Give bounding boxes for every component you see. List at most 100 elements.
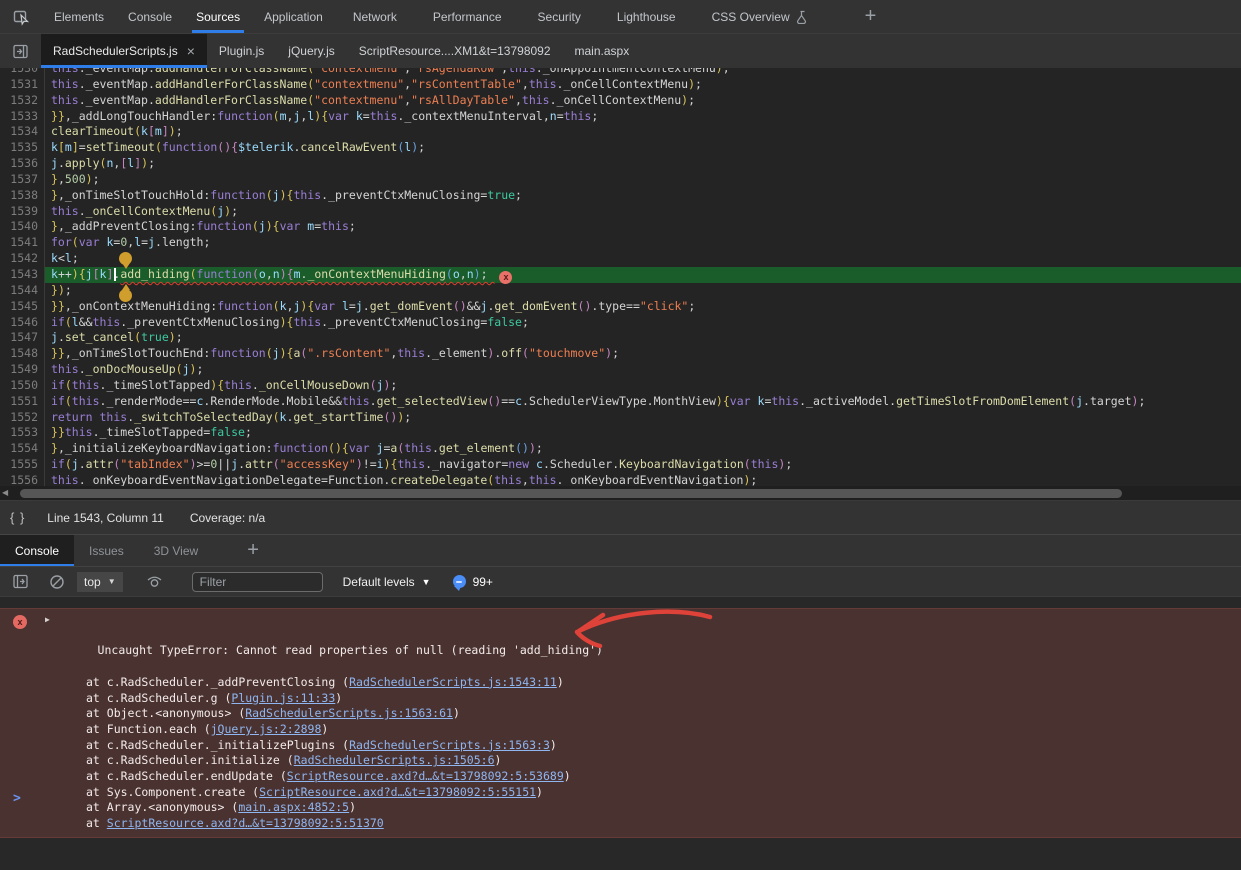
code-line-1540[interactable]: 1540},_addPreventClosing:function(j){var… bbox=[0, 219, 1241, 235]
code-editor[interactable]: 1530this._eventMap.addHandlerForClassNam… bbox=[0, 68, 1241, 486]
show-console-sidebar-button[interactable] bbox=[0, 567, 41, 596]
line-number[interactable]: 1536 bbox=[0, 156, 45, 172]
line-number[interactable]: 1552 bbox=[0, 410, 45, 426]
error-message-line[interactable]: ▶ Uncaught TypeError: Cannot read proper… bbox=[0, 612, 1241, 675]
line-number[interactable]: 1531 bbox=[0, 77, 45, 93]
code-line-1539[interactable]: 1539this._onCellContextMenu(j); bbox=[0, 204, 1241, 220]
tab-lighthouse[interactable]: Lighthouse bbox=[599, 0, 694, 33]
line-number[interactable]: 1541 bbox=[0, 235, 45, 251]
code-line-1556[interactable]: 1556this._onKeyboardEventNavigationDeleg… bbox=[0, 473, 1241, 486]
code-line-1536[interactable]: 1536j.apply(n,[l]); bbox=[0, 156, 1241, 172]
tab-console[interactable]: Console bbox=[116, 0, 184, 33]
selection-handle-bottom[interactable] bbox=[119, 289, 132, 302]
line-number[interactable]: 1547 bbox=[0, 330, 45, 346]
tab-security[interactable]: Security bbox=[520, 0, 599, 33]
tab-sources[interactable]: Sources bbox=[184, 0, 252, 33]
code-line-1554[interactable]: 1554},_initializeKeyboardNavigation:func… bbox=[0, 441, 1241, 457]
stack-frame-link[interactable]: ScriptResource.axd?d…&t=13798092:5:53689 bbox=[287, 769, 564, 783]
line-number[interactable]: 1554 bbox=[0, 441, 45, 457]
stack-frame-link[interactable]: RadSchedulerScripts.js:1505:6 bbox=[294, 753, 495, 767]
javascript-context-selector[interactable]: top ▼ bbox=[77, 572, 123, 592]
code-line-1534[interactable]: 1534clearTimeout(k[m]); bbox=[0, 124, 1241, 140]
line-number[interactable]: 1543 bbox=[0, 267, 45, 283]
stack-frame-link[interactable]: ScriptResource.axd?d…&t=13798092:5:55151 bbox=[259, 785, 536, 799]
line-number[interactable]: 1530 bbox=[0, 68, 45, 77]
line-number[interactable]: 1535 bbox=[0, 140, 45, 156]
line-number[interactable]: 1544 bbox=[0, 283, 45, 299]
line-number[interactable]: 1532 bbox=[0, 93, 45, 109]
tab-performance[interactable]: Performance bbox=[415, 0, 520, 33]
tab-elements[interactable]: Elements bbox=[42, 0, 116, 33]
stack-frame-link[interactable]: Plugin.js:11:33 bbox=[231, 691, 335, 705]
code-line-1550[interactable]: 1550if(this._timeSlotTapped){this._onCel… bbox=[0, 378, 1241, 394]
code-line-1548[interactable]: 1548}},_onTimeSlotTouchEnd:function(j){a… bbox=[0, 346, 1241, 362]
tab-css-overview[interactable]: CSS Overview bbox=[694, 0, 827, 33]
line-number[interactable]: 1542 bbox=[0, 251, 45, 267]
code-line-1547[interactable]: 1547j.set_cancel(true); bbox=[0, 330, 1241, 346]
line-number[interactable]: 1537 bbox=[0, 172, 45, 188]
issues-counter-button[interactable]: 99+ bbox=[453, 575, 493, 589]
code-line-1552[interactable]: 1552return this._switchToSelectedDay(k.g… bbox=[0, 410, 1241, 426]
line-number[interactable]: 1548 bbox=[0, 346, 45, 362]
code-line-1530[interactable]: 1530this._eventMap.addHandlerForClassNam… bbox=[0, 68, 1241, 77]
scrollbar-thumb[interactable] bbox=[20, 489, 1122, 498]
selection-handle-top[interactable] bbox=[119, 252, 132, 265]
line-number[interactable]: 1550 bbox=[0, 378, 45, 394]
show-navigator-button[interactable] bbox=[0, 34, 41, 68]
stack-frame-link[interactable]: RadSchedulerScripts.js:1543:11 bbox=[349, 675, 557, 689]
line-number[interactable]: 1545 bbox=[0, 299, 45, 315]
add-devtools-panel-button[interactable]: + bbox=[853, 0, 889, 33]
line-number[interactable]: 1546 bbox=[0, 315, 45, 331]
code-line-1541[interactable]: 1541for(var k=0,l=j.length; bbox=[0, 235, 1241, 251]
stack-frame-link[interactable]: RadSchedulerScripts.js:1563:3 bbox=[349, 738, 550, 752]
file-tab-main-aspx[interactable]: main.aspx bbox=[563, 34, 642, 68]
file-tab-plugin-js[interactable]: Plugin.js bbox=[207, 34, 276, 68]
code-line-1549[interactable]: 1549this._onDocMouseUp(j); bbox=[0, 362, 1241, 378]
code-line-1551[interactable]: 1551if(this._renderMode==c.RenderMode.Mo… bbox=[0, 394, 1241, 410]
clear-console-button[interactable] bbox=[41, 567, 73, 596]
line-number[interactable]: 1533 bbox=[0, 109, 45, 125]
line-number[interactable]: 1539 bbox=[0, 204, 45, 220]
code-line-1545[interactable]: 1545}},_onContextMenuHiding:function(k,j… bbox=[0, 299, 1241, 315]
toggle-device-toolbar-button[interactable] bbox=[0, 0, 42, 33]
code-line-1531[interactable]: 1531this._eventMap.addHandlerForClassNam… bbox=[0, 77, 1241, 93]
create-live-expression-button[interactable] bbox=[133, 567, 176, 596]
code-line-1546[interactable]: 1546if(l&&this._preventCtxMenuClosing){t… bbox=[0, 315, 1241, 331]
code-line-1543[interactable]: 1543k++){j[k].add_hiding(function(o,n){m… bbox=[0, 267, 1241, 283]
scrollbar-left-arrow[interactable]: ◀ bbox=[2, 488, 8, 498]
code-line-1532[interactable]: 1532this._eventMap.addHandlerForClassNam… bbox=[0, 93, 1241, 109]
line-number[interactable]: 1534 bbox=[0, 124, 45, 140]
line-number[interactable]: 1538 bbox=[0, 188, 45, 204]
log-levels-dropdown[interactable]: Default levels ▼ bbox=[343, 575, 431, 589]
stack-frame-link[interactable]: ScriptResource.axd?d…&t=13798092:5:51370 bbox=[107, 816, 384, 830]
code-line-1544[interactable]: 1544}); bbox=[0, 283, 1241, 299]
code-line-1535[interactable]: 1535k[m]=setTimeout(function(){$telerik.… bbox=[0, 140, 1241, 156]
console-error-message[interactable]: x ▶ Uncaught TypeError: Cannot read prop… bbox=[0, 608, 1241, 838]
drawer-tab-3d-view[interactable]: 3D View bbox=[139, 535, 213, 566]
stack-frame-link[interactable]: RadSchedulerScripts.js:1563:61 bbox=[245, 706, 453, 720]
drawer-tab-issues[interactable]: Issues bbox=[74, 535, 139, 566]
code-line-1538[interactable]: 1538},_onTimeSlotTouchHold:function(j){t… bbox=[0, 188, 1241, 204]
add-drawer-tab-button[interactable]: + bbox=[235, 535, 271, 566]
tab-application[interactable]: Application bbox=[252, 0, 335, 33]
line-number[interactable]: 1540 bbox=[0, 219, 45, 235]
line-number[interactable]: 1551 bbox=[0, 394, 45, 410]
tab-network[interactable]: Network bbox=[335, 0, 415, 33]
line-number[interactable]: 1555 bbox=[0, 457, 45, 473]
stack-frame-link[interactable]: main.aspx:4852:5 bbox=[238, 800, 349, 814]
line-number[interactable]: 1553 bbox=[0, 425, 45, 441]
code-line-1533[interactable]: 1533}},_addLongTouchHandler:function(m,j… bbox=[0, 109, 1241, 125]
code-line-1553[interactable]: 1553}}this._timeSlotTapped=false; bbox=[0, 425, 1241, 441]
code-line-1542[interactable]: 1542k<l; bbox=[0, 251, 1241, 267]
file-tab-scriptresource-xm1-t-13798092[interactable]: ScriptResource....XM1&t=13798092 bbox=[347, 34, 563, 68]
code-line-1537[interactable]: 1537},500); bbox=[0, 172, 1241, 188]
stack-frame-link[interactable]: jQuery.js:2:2898 bbox=[211, 722, 322, 736]
file-tab-radschedulerscripts-js[interactable]: RadSchedulerScripts.js× bbox=[41, 34, 207, 68]
console-filter-input[interactable] bbox=[192, 572, 323, 592]
console-prompt[interactable]: > bbox=[0, 789, 21, 807]
drawer-tab-console[interactable]: Console bbox=[0, 535, 74, 566]
close-file-tab-button[interactable]: × bbox=[187, 46, 195, 56]
line-number[interactable]: 1549 bbox=[0, 362, 45, 378]
pretty-print-button[interactable]: { } bbox=[0, 510, 35, 525]
file-tab-jquery-js[interactable]: jQuery.js bbox=[276, 34, 346, 68]
